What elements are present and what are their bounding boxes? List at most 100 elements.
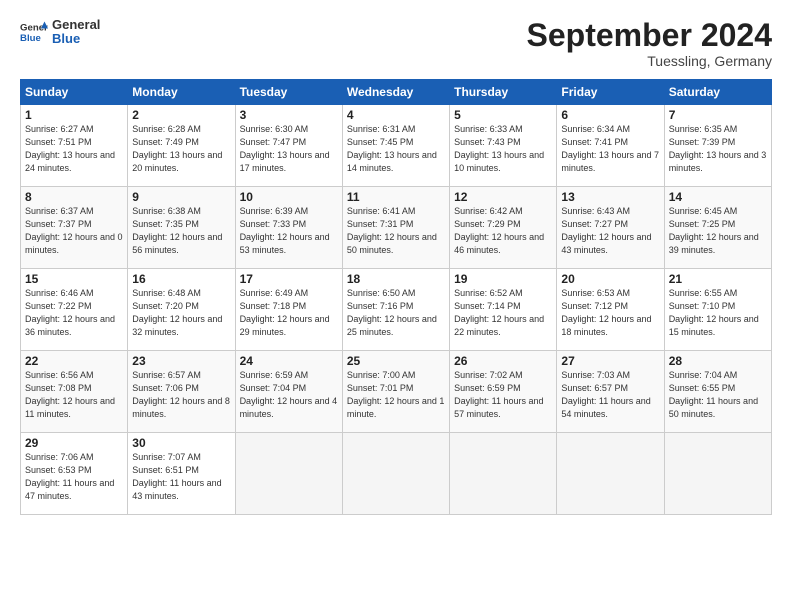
day-number: 1 (25, 108, 123, 122)
day-number: 7 (669, 108, 767, 122)
calendar-cell: 28Sunrise: 7:04 AMSunset: 6:55 PMDayligh… (664, 351, 771, 433)
day-info: Sunrise: 6:45 AMSunset: 7:25 PMDaylight:… (669, 205, 767, 257)
day-number: 15 (25, 272, 123, 286)
day-number: 19 (454, 272, 552, 286)
col-sunday: Sunday (21, 80, 128, 105)
col-saturday: Saturday (664, 80, 771, 105)
day-number: 14 (669, 190, 767, 204)
calendar-cell (664, 433, 771, 515)
calendar-cell: 18Sunrise: 6:50 AMSunset: 7:16 PMDayligh… (342, 269, 449, 351)
calendar-cell: 26Sunrise: 7:02 AMSunset: 6:59 PMDayligh… (450, 351, 557, 433)
day-info: Sunrise: 6:53 AMSunset: 7:12 PMDaylight:… (561, 287, 659, 339)
calendar-cell: 22Sunrise: 6:56 AMSunset: 7:08 PMDayligh… (21, 351, 128, 433)
day-number: 13 (561, 190, 659, 204)
day-number: 27 (561, 354, 659, 368)
month-title: September 2024 (527, 18, 772, 53)
day-number: 29 (25, 436, 123, 450)
day-info: Sunrise: 6:48 AMSunset: 7:20 PMDaylight:… (132, 287, 230, 339)
calendar-cell: 6Sunrise: 6:34 AMSunset: 7:41 PMDaylight… (557, 105, 664, 187)
calendar-cell: 20Sunrise: 6:53 AMSunset: 7:12 PMDayligh… (557, 269, 664, 351)
logo: General Blue General Blue (20, 18, 100, 47)
calendar-cell: 21Sunrise: 6:55 AMSunset: 7:10 PMDayligh… (664, 269, 771, 351)
calendar-cell: 13Sunrise: 6:43 AMSunset: 7:27 PMDayligh… (557, 187, 664, 269)
logo-general: General (52, 18, 100, 32)
day-info: Sunrise: 6:27 AMSunset: 7:51 PMDaylight:… (25, 123, 123, 175)
col-wednesday: Wednesday (342, 80, 449, 105)
calendar-cell: 1Sunrise: 6:27 AMSunset: 7:51 PMDaylight… (21, 105, 128, 187)
col-monday: Monday (128, 80, 235, 105)
svg-text:Blue: Blue (20, 33, 41, 44)
day-info: Sunrise: 7:07 AMSunset: 6:51 PMDaylight:… (132, 451, 230, 503)
calendar-week-4: 22Sunrise: 6:56 AMSunset: 7:08 PMDayligh… (21, 351, 772, 433)
day-number: 26 (454, 354, 552, 368)
day-number: 6 (561, 108, 659, 122)
day-info: Sunrise: 6:56 AMSunset: 7:08 PMDaylight:… (25, 369, 123, 421)
calendar-cell: 5Sunrise: 6:33 AMSunset: 7:43 PMDaylight… (450, 105, 557, 187)
day-number: 22 (25, 354, 123, 368)
calendar-cell: 15Sunrise: 6:46 AMSunset: 7:22 PMDayligh… (21, 269, 128, 351)
col-tuesday: Tuesday (235, 80, 342, 105)
day-number: 30 (132, 436, 230, 450)
day-number: 23 (132, 354, 230, 368)
calendar-cell: 29Sunrise: 7:06 AMSunset: 6:53 PMDayligh… (21, 433, 128, 515)
day-number: 16 (132, 272, 230, 286)
calendar-cell: 25Sunrise: 7:00 AMSunset: 7:01 PMDayligh… (342, 351, 449, 433)
calendar-cell: 14Sunrise: 6:45 AMSunset: 7:25 PMDayligh… (664, 187, 771, 269)
day-info: Sunrise: 6:34 AMSunset: 7:41 PMDaylight:… (561, 123, 659, 175)
header-row: Sunday Monday Tuesday Wednesday Thursday… (21, 80, 772, 105)
day-number: 10 (240, 190, 338, 204)
day-number: 4 (347, 108, 445, 122)
day-number: 5 (454, 108, 552, 122)
day-info: Sunrise: 6:33 AMSunset: 7:43 PMDaylight:… (454, 123, 552, 175)
day-number: 20 (561, 272, 659, 286)
calendar-cell: 24Sunrise: 6:59 AMSunset: 7:04 PMDayligh… (235, 351, 342, 433)
day-info: Sunrise: 6:37 AMSunset: 7:37 PMDaylight:… (25, 205, 123, 257)
day-info: Sunrise: 6:55 AMSunset: 7:10 PMDaylight:… (669, 287, 767, 339)
day-info: Sunrise: 7:02 AMSunset: 6:59 PMDaylight:… (454, 369, 552, 421)
day-info: Sunrise: 6:41 AMSunset: 7:31 PMDaylight:… (347, 205, 445, 257)
calendar-week-1: 1Sunrise: 6:27 AMSunset: 7:51 PMDaylight… (21, 105, 772, 187)
calendar-cell: 19Sunrise: 6:52 AMSunset: 7:14 PMDayligh… (450, 269, 557, 351)
calendar-cell: 7Sunrise: 6:35 AMSunset: 7:39 PMDaylight… (664, 105, 771, 187)
calendar-cell: 16Sunrise: 6:48 AMSunset: 7:20 PMDayligh… (128, 269, 235, 351)
logo-blue: Blue (52, 32, 100, 46)
day-info: Sunrise: 6:30 AMSunset: 7:47 PMDaylight:… (240, 123, 338, 175)
day-info: Sunrise: 7:06 AMSunset: 6:53 PMDaylight:… (25, 451, 123, 503)
day-info: Sunrise: 6:59 AMSunset: 7:04 PMDaylight:… (240, 369, 338, 421)
day-info: Sunrise: 6:57 AMSunset: 7:06 PMDaylight:… (132, 369, 230, 421)
day-info: Sunrise: 7:04 AMSunset: 6:55 PMDaylight:… (669, 369, 767, 421)
day-info: Sunrise: 6:52 AMSunset: 7:14 PMDaylight:… (454, 287, 552, 339)
day-number: 18 (347, 272, 445, 286)
day-number: 24 (240, 354, 338, 368)
header: General Blue General Blue September 2024… (20, 18, 772, 69)
calendar-cell: 3Sunrise: 6:30 AMSunset: 7:47 PMDaylight… (235, 105, 342, 187)
day-number: 17 (240, 272, 338, 286)
day-info: Sunrise: 6:38 AMSunset: 7:35 PMDaylight:… (132, 205, 230, 257)
col-thursday: Thursday (450, 80, 557, 105)
day-number: 12 (454, 190, 552, 204)
day-number: 28 (669, 354, 767, 368)
day-number: 3 (240, 108, 338, 122)
day-number: 25 (347, 354, 445, 368)
day-info: Sunrise: 6:49 AMSunset: 7:18 PMDaylight:… (240, 287, 338, 339)
calendar-cell (557, 433, 664, 515)
calendar-table: Sunday Monday Tuesday Wednesday Thursday… (20, 79, 772, 515)
calendar-cell: 4Sunrise: 6:31 AMSunset: 7:45 PMDaylight… (342, 105, 449, 187)
calendar-cell (450, 433, 557, 515)
calendar-cell: 9Sunrise: 6:38 AMSunset: 7:35 PMDaylight… (128, 187, 235, 269)
day-info: Sunrise: 6:42 AMSunset: 7:29 PMDaylight:… (454, 205, 552, 257)
page: General Blue General Blue September 2024… (0, 0, 792, 525)
calendar-cell: 17Sunrise: 6:49 AMSunset: 7:18 PMDayligh… (235, 269, 342, 351)
day-info: Sunrise: 6:31 AMSunset: 7:45 PMDaylight:… (347, 123, 445, 175)
day-info: Sunrise: 6:28 AMSunset: 7:49 PMDaylight:… (132, 123, 230, 175)
calendar-cell: 10Sunrise: 6:39 AMSunset: 7:33 PMDayligh… (235, 187, 342, 269)
day-info: Sunrise: 6:39 AMSunset: 7:33 PMDaylight:… (240, 205, 338, 257)
calendar-cell: 2Sunrise: 6:28 AMSunset: 7:49 PMDaylight… (128, 105, 235, 187)
day-info: Sunrise: 7:03 AMSunset: 6:57 PMDaylight:… (561, 369, 659, 421)
day-number: 8 (25, 190, 123, 204)
calendar-cell: 11Sunrise: 6:41 AMSunset: 7:31 PMDayligh… (342, 187, 449, 269)
day-number: 9 (132, 190, 230, 204)
title-block: September 2024 Tuessling, Germany (527, 18, 772, 69)
day-info: Sunrise: 6:46 AMSunset: 7:22 PMDaylight:… (25, 287, 123, 339)
day-info: Sunrise: 6:43 AMSunset: 7:27 PMDaylight:… (561, 205, 659, 257)
